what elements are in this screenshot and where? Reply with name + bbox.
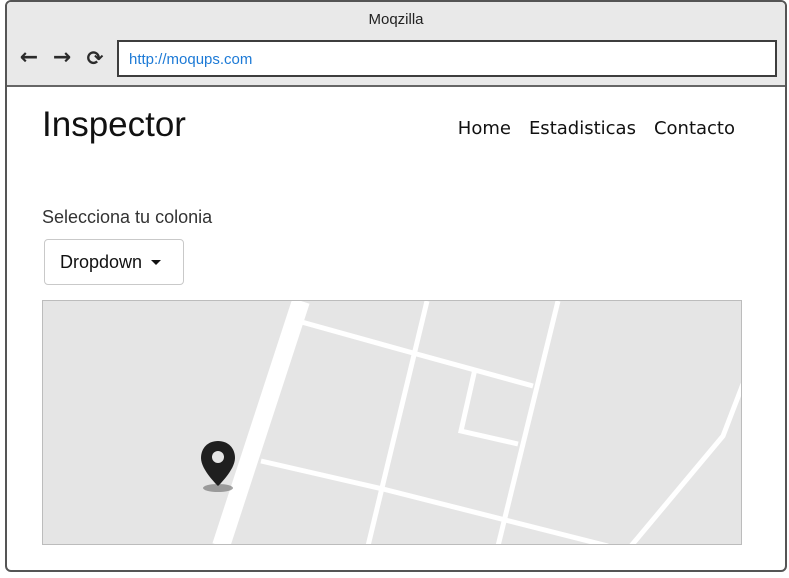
back-arrow-icon[interactable]: ←	[17, 46, 41, 70]
brand-title: Inspector	[42, 105, 186, 144]
nav-estadisticas[interactable]: Estadisticas	[529, 118, 636, 139]
map-pin-icon[interactable]	[198, 439, 238, 495]
top-nav: Home Estadisticas Contacto	[458, 118, 735, 139]
address-bar[interactable]: http://moqups.com	[117, 40, 777, 77]
browser-chrome: Moqzilla ← → ⟳ http://moqups.com	[7, 2, 785, 87]
window-title: Moqzilla	[368, 11, 424, 28]
colony-dropdown[interactable]: Dropdown	[44, 239, 184, 285]
colony-label: Selecciona tu colonia	[42, 207, 213, 227]
page-content: Inspector Home Estadisticas Contacto Sel…	[7, 87, 785, 570]
forward-arrow-icon[interactable]: →	[50, 46, 74, 70]
nav-contacto[interactable]: Contacto	[654, 118, 735, 139]
map-canvas	[212, 301, 741, 544]
dropdown-label: Dropdown	[60, 251, 143, 272]
main-road	[212, 301, 310, 544]
nav-home[interactable]: Home	[458, 118, 511, 139]
map-view[interactable]	[42, 300, 742, 545]
reload-icon[interactable]: ⟳	[83, 46, 107, 70]
url-text: http://moqups.com	[129, 51, 253, 68]
caret-down-icon	[151, 259, 162, 265]
browser-window: Moqzilla ← → ⟳ http://moqups.com Inspect…	[5, 0, 787, 572]
